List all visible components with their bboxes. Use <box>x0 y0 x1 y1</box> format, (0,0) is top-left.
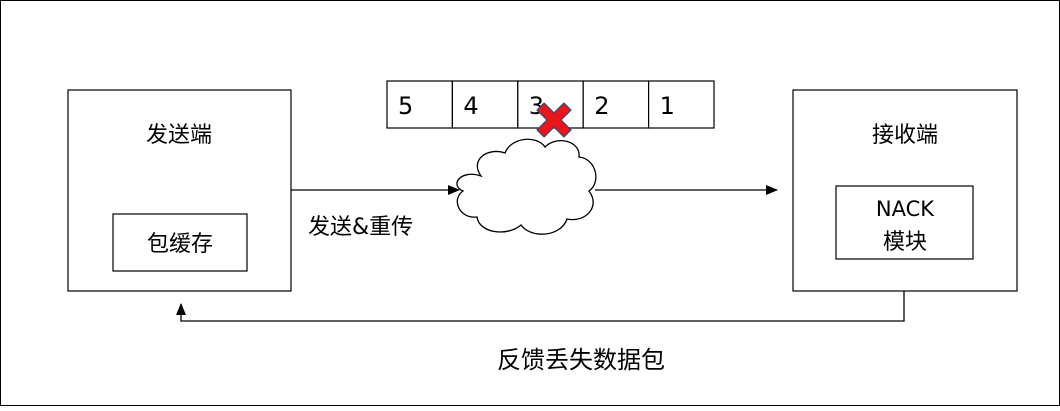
sender-node: 发送端 包缓存 <box>67 89 292 292</box>
nack-diagram: 发送端 包缓存 接收端 NACK 模块 54321 发送&重传 反馈丢失数据包 <box>67 80 1018 374</box>
nack-module-line2: 模块 <box>883 230 927 255</box>
packet-number: 1 <box>660 92 675 120</box>
diagram-canvas: 发送端 包缓存 接收端 NACK 模块 54321 发送&重传 反馈丢失数据包 <box>0 0 1060 406</box>
feedback-label: 反馈丢失数据包 <box>497 346 665 374</box>
packet-cell-box <box>582 80 650 129</box>
packet-cell: 1 <box>647 80 715 129</box>
packet-cell: 5 <box>386 80 454 129</box>
buffer-label: 包缓存 <box>147 232 213 257</box>
packet-cell: 4 <box>451 80 519 129</box>
packet-number: 4 <box>463 92 478 120</box>
feedback-arrow <box>176 291 905 322</box>
packet-cell-box <box>451 80 519 129</box>
packet-cell-box <box>647 80 715 129</box>
packet-cell: 2 <box>582 80 650 129</box>
packet-number: 5 <box>398 92 413 120</box>
send-retransmit-label: 发送&重传 <box>308 215 413 240</box>
receiver-node: 接收端 NACK 模块 <box>792 89 1018 292</box>
sender-title: 发送端 <box>146 123 212 148</box>
packet-cell-box <box>386 80 454 129</box>
nack-module-line1: NACK <box>876 197 935 221</box>
packet-number: 2 <box>594 92 609 120</box>
cloud-icon <box>456 138 597 235</box>
receiver-title: 接收端 <box>872 123 938 148</box>
